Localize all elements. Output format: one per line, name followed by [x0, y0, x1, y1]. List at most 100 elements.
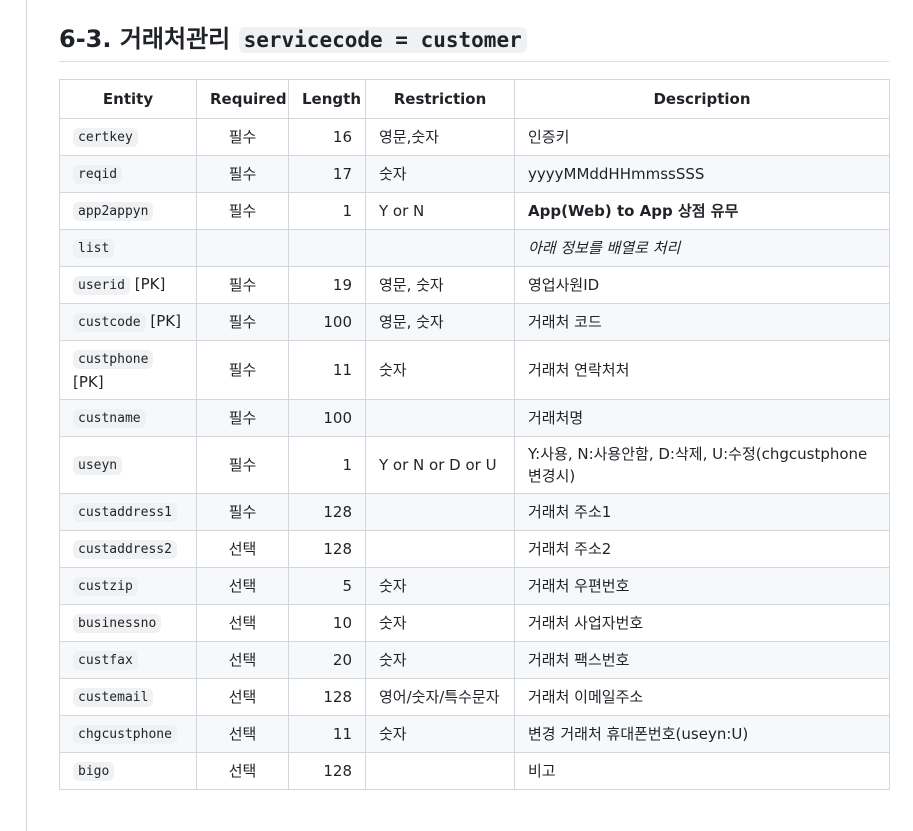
length-cell: 5: [288, 567, 366, 605]
table-row: custcode [PK] 필수 100 영문, 숫자 거래처 코드: [59, 303, 890, 341]
table-row: certkey 필수 16 영문,숫자 인증키: [59, 118, 890, 156]
restriction-text: 영문,숫자: [379, 128, 439, 146]
description-text: yyyyMMddHHmmssSSS: [528, 165, 705, 183]
table-row: app2appyn 필수 1 Y or N App(Web) to App 상점 유무: [59, 192, 890, 230]
description-text: App(Web) to App 상점 유무: [528, 202, 739, 220]
table-row: custfax 선택 20 숫자 거래처 팩스번호: [59, 641, 890, 679]
description-text: 거래처 연락처처: [528, 361, 630, 379]
description-cell: 아래 정보를 배열로 처리: [514, 229, 890, 267]
description-cell: 거래처 이메일주소: [514, 678, 890, 716]
entity-cell: custemail: [59, 678, 197, 716]
entity-code: userid: [73, 276, 130, 295]
description-cell: 거래처 코드: [514, 303, 890, 341]
restriction-text: 숫자: [379, 725, 407, 743]
restriction-text: 영어/숫자/특수문자: [379, 688, 500, 706]
table-row: custname 필수 100 거래처명: [59, 399, 890, 437]
required-cell: 선택: [196, 678, 289, 716]
length-cell: 11: [288, 340, 366, 400]
restriction-cell: 영문, 숫자: [365, 303, 515, 341]
description-text: 거래처 우편번호: [528, 577, 630, 595]
table-body: certkey 필수 16 영문,숫자 인증키 reqid 필수 17 숫자 yyyyMMddHH…: [59, 118, 890, 790]
restriction-cell: Y or N: [365, 192, 515, 230]
description-cell: 영업사원ID: [514, 266, 890, 304]
description-text: 거래처명: [528, 409, 584, 427]
length-cell: 16: [288, 118, 366, 156]
required-cell: 필수: [196, 266, 289, 304]
required-text: 필수: [228, 276, 257, 294]
restriction-cell: 숫자: [365, 155, 515, 193]
table-row: businessno 선택 10 숫자 거래처 사업자번호: [59, 604, 890, 642]
required-text: 필수: [228, 503, 257, 521]
description-cell: App(Web) to App 상점 유무: [514, 192, 890, 230]
required-cell: 필수: [196, 436, 289, 494]
entity-key-marker: [PK]: [150, 312, 181, 330]
description-cell: 거래처 주소1: [514, 493, 890, 531]
section-heading: 6-3. 거래처관리 servicecode = customer: [59, 22, 527, 57]
required-text: 선택: [228, 614, 257, 632]
restriction-cell: [365, 752, 515, 790]
entity-cell: list: [59, 229, 197, 267]
entity-cell: reqid: [59, 155, 197, 193]
entity-cell: custaddress2: [59, 530, 197, 568]
entity-code: custphone: [73, 350, 154, 369]
required-cell: 선택: [196, 752, 289, 790]
description-text: Y:사용, N:사용안함, D:삭제, U:수정(chgcustphone 변경…: [528, 445, 868, 485]
entity-code: custfax: [73, 651, 138, 670]
description-cell: 거래처 연락처처: [514, 340, 890, 400]
length-text: 128: [323, 688, 352, 706]
table-row: custaddress1 필수 128 거래처 주소1: [59, 493, 890, 531]
length-text: 128: [323, 762, 352, 780]
restriction-text: 숫자: [379, 614, 407, 632]
description-text: 거래처 코드: [528, 313, 602, 331]
restriction-cell: 숫자: [365, 641, 515, 679]
description-cell: 거래처 우편번호: [514, 567, 890, 605]
restriction-cell: 숫자: [365, 340, 515, 400]
required-text: 선택: [228, 540, 257, 558]
length-text: 20: [332, 651, 352, 669]
description-cell: yyyyMMddHHmmssSSS: [514, 155, 890, 193]
table-row: bigo 선택 128 비고: [59, 752, 890, 790]
heading-text: 6-3. 거래처관리: [59, 25, 231, 53]
entity-cell: custname: [59, 399, 197, 437]
description-text: 영업사원ID: [528, 276, 600, 294]
length-cell: 11: [288, 715, 366, 753]
restriction-cell: 숫자: [365, 604, 515, 642]
entity-cell: bigo: [59, 752, 197, 790]
entity-code: businessno: [73, 614, 162, 633]
entity-cell: custaddress1: [59, 493, 197, 531]
length-text: 128: [323, 503, 352, 521]
entity-cell: useyn: [59, 436, 197, 494]
header-required: Required: [196, 79, 289, 119]
required-text: 필수: [228, 165, 257, 183]
required-cell: 필수: [196, 340, 289, 400]
length-cell: 17: [288, 155, 366, 193]
entity-code: custname: [73, 409, 146, 428]
required-cell: 필수: [196, 303, 289, 341]
header-restriction: Restriction: [365, 79, 515, 119]
table-row: userid [PK] 필수 19 영문, 숫자 영업사원ID: [59, 266, 890, 304]
header-description: Description: [514, 79, 890, 119]
restriction-cell: 영문,숫자: [365, 118, 515, 156]
required-cell: 필수: [196, 155, 289, 193]
required-cell: 필수: [196, 399, 289, 437]
description-cell: 변경 거래처 휴대폰번호(useyn:U): [514, 715, 890, 753]
entity-code: reqid: [73, 165, 123, 184]
description-text: 변경 거래처 휴대폰번호(useyn:U): [528, 725, 749, 743]
restriction-text: 숫자: [379, 165, 407, 183]
description-text: 거래처 사업자번호: [528, 614, 644, 632]
length-text: 100: [323, 313, 352, 331]
length-cell: 100: [288, 399, 366, 437]
required-cell: 선택: [196, 567, 289, 605]
entity-code: bigo: [73, 762, 115, 781]
restriction-text: Y or N or D or U: [379, 456, 497, 474]
table-row: custzip 선택 5 숫자 거래처 우편번호: [59, 567, 890, 605]
length-cell: 128: [288, 493, 366, 531]
required-cell: 선택: [196, 604, 289, 642]
restriction-text: 숫자: [379, 651, 407, 669]
restriction-text: 숫자: [379, 361, 407, 379]
entity-cell: chgcustphone: [59, 715, 197, 753]
entity-cell: certkey: [59, 118, 197, 156]
entity-code: custaddress1: [73, 503, 177, 522]
length-cell: 1: [288, 192, 366, 230]
required-text: 필수: [228, 456, 257, 474]
